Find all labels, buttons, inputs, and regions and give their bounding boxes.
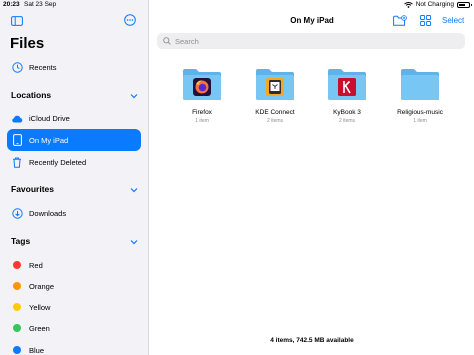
files-app: Files Recents Locations iCloud Drive On … — [0, 0, 474, 355]
folder-item[interactable]: Religious-music 1 item — [390, 68, 450, 124]
sidebar-item-label: Downloads — [29, 208, 67, 218]
chevron-down-icon[interactable] — [130, 239, 138, 245]
storage-footer: 4 items, 742.5 MB available — [270, 337, 354, 344]
download-icon — [10, 206, 24, 220]
folder-item[interactable]: KDE Connect 2 items — [245, 68, 305, 124]
folder-icon — [256, 69, 294, 100]
main-content: On My iPad Select Search Firefox 1 item … — [150, 0, 474, 355]
more-options-icon[interactable] — [124, 14, 136, 26]
search-input[interactable] — [175, 36, 435, 46]
sidebar-item-label: Recently Deleted — [29, 157, 87, 167]
red-tag-dot — [13, 261, 21, 269]
chevron-down-icon[interactable] — [130, 187, 138, 193]
sidebar-toggle-icon[interactable] — [11, 16, 23, 26]
orange-tag-dot — [13, 282, 21, 290]
folder-item-count: 1 item — [195, 118, 209, 124]
tag-label: Red — [29, 260, 43, 270]
tag-green[interactable]: Green — [7, 317, 141, 339]
battery-icon — [457, 1, 472, 8]
wifi-icon — [403, 1, 413, 8]
tag-red[interactable]: Red — [7, 254, 141, 276]
folder-item-count: 1 item — [413, 118, 427, 124]
firefox-icon — [193, 78, 211, 96]
search-icon — [163, 37, 171, 45]
tag-label: Orange — [29, 281, 55, 291]
yellow-tag-dot — [13, 303, 21, 311]
kde-connect-icon — [266, 78, 284, 96]
sidebar: Files Recents Locations iCloud Drive On … — [0, 0, 149, 355]
clock-icon — [10, 60, 24, 74]
trash-icon — [10, 155, 24, 169]
folder-name: Firefox — [192, 109, 212, 116]
sidebar-item-recents[interactable]: Recents — [7, 56, 141, 78]
green-tag-dot — [13, 324, 21, 332]
battery-status-text: Not Charging — [415, 1, 454, 8]
status-time: 20:23 — [3, 1, 20, 8]
tag-blue[interactable]: Blue — [7, 339, 141, 355]
folder-name: KDE Connect — [255, 109, 295, 116]
favourites-header[interactable]: Favourites — [11, 184, 54, 194]
folder-icon — [183, 69, 221, 100]
folder-name: KyBook 3 — [333, 109, 361, 116]
chevron-down-icon[interactable] — [130, 93, 138, 99]
folder-item[interactable]: Firefox 1 item — [172, 68, 232, 124]
locations-header[interactable]: Locations — [11, 90, 51, 100]
ipad-icon — [10, 133, 24, 147]
sidebar-item-on-my-ipad[interactable]: On My iPad — [7, 129, 141, 151]
folder-item-count: 2 items — [266, 118, 284, 124]
new-folder-icon[interactable] — [393, 15, 407, 26]
grid-view-icon[interactable] — [420, 15, 431, 26]
tag-label: Blue — [29, 345, 45, 355]
status-date: Sat 23 Sep — [24, 1, 57, 8]
folder-icon — [328, 69, 366, 100]
kybook-icon — [338, 78, 356, 96]
sidebar-item-label: Recents — [29, 62, 57, 72]
tag-yellow[interactable]: Yellow — [7, 296, 141, 318]
tag-label: Green — [29, 323, 50, 333]
folder-name: Religious-music — [397, 109, 443, 116]
folder-icon — [401, 69, 439, 100]
sidebar-item-icloud-drive[interactable]: iCloud Drive — [7, 107, 141, 129]
folder-item-count: 2 items — [338, 118, 356, 124]
tag-label: Yellow — [29, 302, 51, 312]
folder-item[interactable]: KyBook 3 2 items — [317, 68, 377, 124]
sidebar-title: Files — [10, 35, 45, 52]
tag-orange[interactable]: Orange — [7, 275, 141, 297]
tags-header[interactable]: Tags — [11, 236, 30, 246]
search-bar[interactable] — [157, 33, 465, 49]
select-button[interactable]: Select — [442, 16, 464, 25]
sidebar-item-downloads[interactable]: Downloads — [7, 202, 141, 224]
status-bar-right: Not Charging — [403, 1, 472, 8]
sidebar-item-recently-deleted[interactable]: Recently Deleted — [7, 151, 141, 173]
cloud-icon — [10, 111, 24, 125]
blue-tag-dot — [13, 346, 21, 354]
sidebar-item-label: iCloud Drive — [29, 113, 70, 123]
sidebar-item-label: On My iPad — [29, 135, 69, 145]
